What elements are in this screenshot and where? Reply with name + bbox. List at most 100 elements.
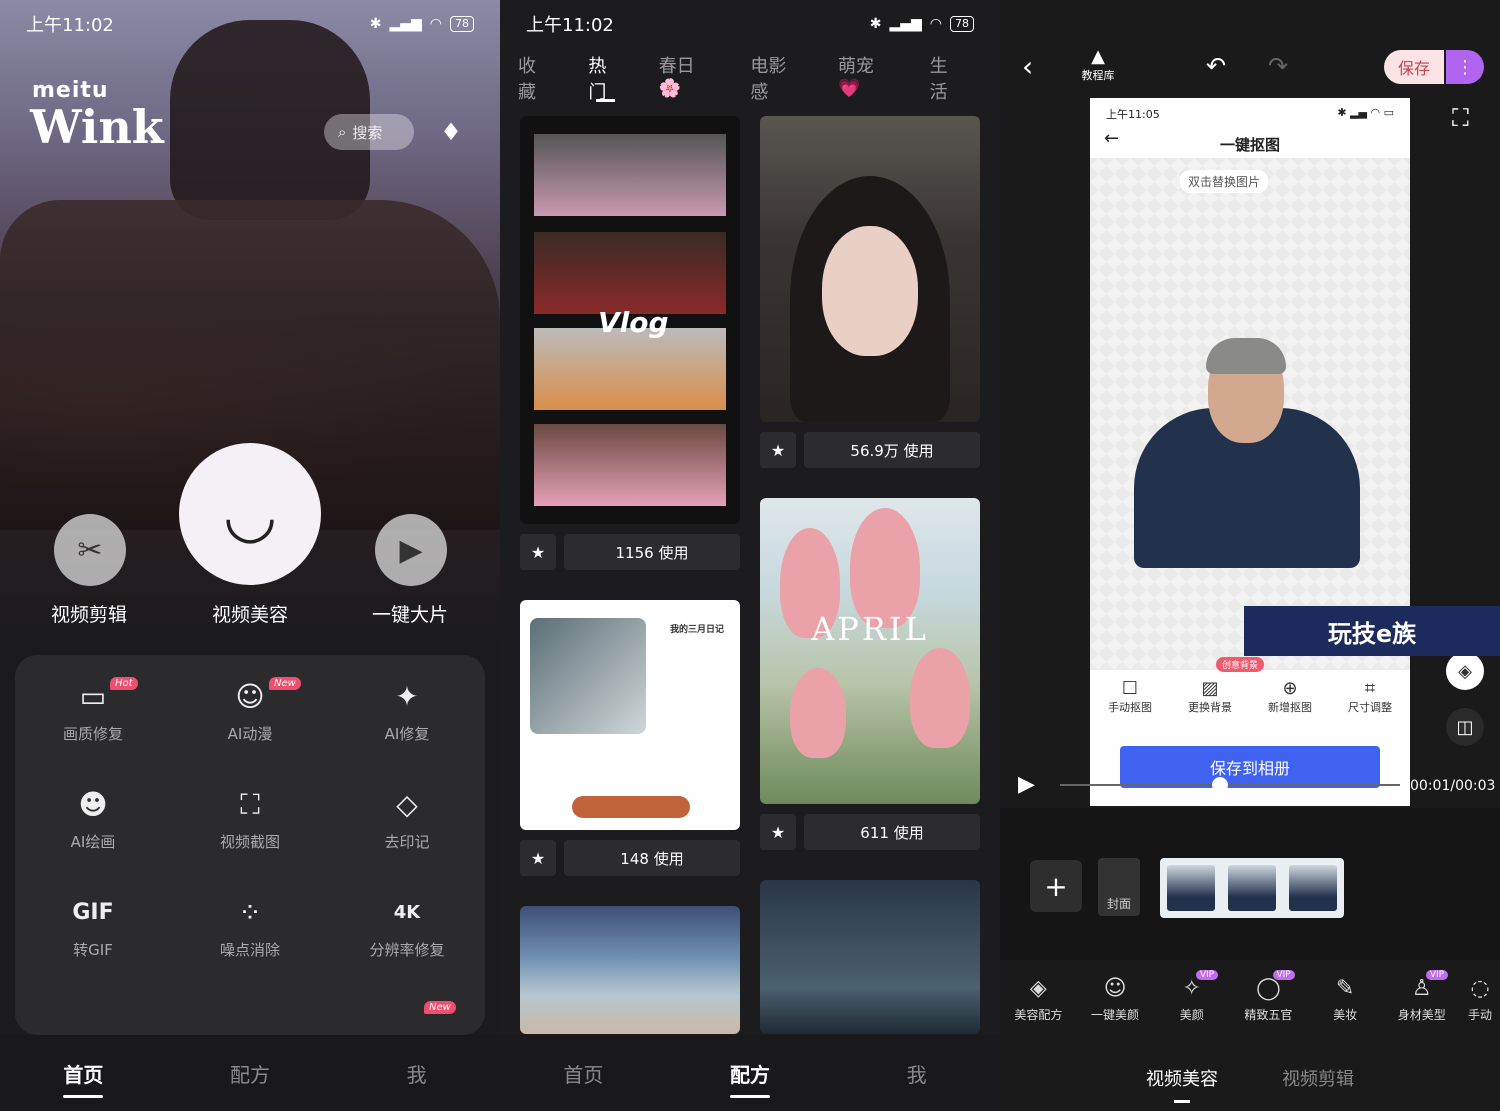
tool-label: 画质修复 xyxy=(62,725,123,743)
cutout-person-hair xyxy=(1206,338,1286,374)
save-button[interactable]: 保存 xyxy=(1384,50,1444,84)
tool-ai-anime[interactable]: ☺ AI动漫 New xyxy=(185,677,315,744)
tool-label: 更换背景 xyxy=(1188,701,1232,714)
tutorial-label: 教程库 xyxy=(1081,69,1115,82)
star-icon[interactable]: ★ xyxy=(760,432,796,468)
play-icon: ▶ xyxy=(399,532,423,568)
cover-button[interactable]: 封面 xyxy=(1098,858,1140,916)
usage-count[interactable]: 1156 使用 xyxy=(564,534,740,570)
usage-count[interactable]: 148 使用 xyxy=(564,840,740,876)
recipe-card-vlog[interactable]: Vlog xyxy=(520,116,740,524)
back-arrow-icon[interactable]: ‹ xyxy=(1022,50,1033,83)
nav-recipes[interactable]: 配方 xyxy=(690,1059,810,1098)
recipe-card-dream[interactable] xyxy=(760,880,980,1034)
playback-time: 00:01/00:03 xyxy=(1410,778,1496,794)
tool-remove-mark[interactable]: ◇ 去印记 xyxy=(342,785,472,852)
one-click-beauty-tool[interactable]: ☺ 一键美颜 xyxy=(1077,972,1154,1042)
recipe-card-sea[interactable] xyxy=(520,906,740,1034)
one-click-film-button[interactable]: ▶ xyxy=(375,514,447,586)
star-icon[interactable]: ★ xyxy=(760,814,796,850)
clip-track: + 封面 xyxy=(1000,808,1500,960)
tab-video-edit[interactable]: 视频剪辑 xyxy=(1282,1065,1354,1091)
recipe-card-portrait[interactable] xyxy=(760,116,980,422)
star-icon[interactable]: ★ xyxy=(520,534,556,570)
nav-me[interactable]: 我 xyxy=(357,1059,477,1088)
tool-ai-painting[interactable]: ☻ AI绘画 xyxy=(28,785,158,852)
recipe-card-diary[interactable]: 我的三月日记 xyxy=(520,600,740,830)
recipe-usage-row: ★ 56.9万 使用 xyxy=(760,432,980,468)
usage-count[interactable]: 56.9万 使用 xyxy=(804,432,980,468)
tool-quality-repair[interactable]: ▭ 画质修复 Hot xyxy=(28,677,158,744)
preview-canvas[interactable]: 上午11:05 ✱ ▂▄ ◠ ▭ 一键抠图 ← 双击替换图片 ☐ 手动抠图 ▨ 更换… xyxy=(1090,98,1410,806)
tab-favorites[interactable]: 收藏 xyxy=(518,52,552,103)
tool-label: 美妆 xyxy=(1333,1008,1358,1022)
vip-diamond-icon[interactable]: ♦ xyxy=(436,118,466,146)
tab-cinematic[interactable]: 电影感 xyxy=(750,52,802,103)
signal-icon: ▂▄▆ xyxy=(389,16,422,32)
wifi-icon: ◠ xyxy=(929,16,942,32)
hand-icon: ☐ xyxy=(1121,678,1139,699)
beauty-recipe-tool[interactable]: ◈ 美容配方 xyxy=(1000,972,1077,1042)
recipe-usage-row: ★ 611 使用 xyxy=(760,814,980,850)
tab-spring[interactable]: 春日🌸 xyxy=(659,52,715,99)
video-edit-button[interactable]: ✂ xyxy=(54,514,126,586)
body-shape-tool[interactable]: VIP ♙ 身材美型 xyxy=(1383,970,1460,1042)
add-clip-button[interactable]: + xyxy=(1030,860,1082,912)
makeup-tool[interactable]: ✎ 美妆 xyxy=(1307,972,1384,1042)
background-icon: ▨ xyxy=(1201,678,1219,699)
diary-photo xyxy=(530,618,646,734)
tutorial-button[interactable]: ▲ 教程库 xyxy=(1078,46,1118,83)
status-bar: 上午11:02 ✱ ▂▄▆ ◠ 78 xyxy=(0,0,500,48)
editor-toolbar: ‹ ▲ 教程库 ↶ ↷ 保存 ⋮ xyxy=(1000,40,1500,96)
tab-pets[interactable]: 萌宠💗 xyxy=(838,52,894,99)
recipe-card-april[interactable]: APRIL xyxy=(760,498,980,804)
vlog-frame xyxy=(534,424,726,506)
tulip-shape xyxy=(910,648,970,748)
video-edit-label: 视频剪辑 xyxy=(50,604,127,626)
facial-features-tool[interactable]: VIP ◯ 精致五官 xyxy=(1230,970,1307,1042)
tool-video-screenshot[interactable]: ⛶ 视频截图 xyxy=(185,785,315,852)
compare-icon[interactable]: ◫ xyxy=(1446,708,1484,746)
status-time: 上午11:02 xyxy=(26,15,114,36)
nav-home[interactable]: 首页 xyxy=(523,1059,643,1088)
tool-to-gif[interactable]: GIF 转GIF xyxy=(28,893,158,960)
nav-recipes[interactable]: 配方 xyxy=(190,1059,310,1088)
tab-life[interactable]: 生活 xyxy=(930,52,964,103)
more-options-icon[interactable]: ⋮ xyxy=(1446,50,1484,84)
tool-resolution-repair[interactable]: 4K 分辨率修复 New xyxy=(342,893,472,1014)
tool-denoise[interactable]: ⁘ 噪点消除 xyxy=(185,893,315,960)
progress-track[interactable] xyxy=(1060,784,1400,786)
layers-icon[interactable]: ◈ xyxy=(1446,652,1484,690)
manual-tool[interactable]: ◌ 手动 xyxy=(1460,972,1500,1042)
tab-hot[interactable]: 热门 xyxy=(588,52,622,103)
usage-count[interactable]: 611 使用 xyxy=(804,814,980,850)
brand-logo-wink: Wink xyxy=(30,100,164,154)
undo-icon[interactable]: ↶ xyxy=(1206,52,1226,80)
progress-thumb[interactable] xyxy=(1212,777,1228,793)
video-beauty-button[interactable]: ◡ xyxy=(179,443,321,585)
april-overlay-text: APRIL xyxy=(811,610,929,648)
tab-video-beauty[interactable]: 视频美容 xyxy=(1146,1065,1218,1103)
play-icon[interactable]: ▶ xyxy=(1018,772,1035,797)
redo-icon[interactable]: ↷ xyxy=(1268,52,1288,80)
star-icon[interactable]: ★ xyxy=(520,840,556,876)
preview-time: 上午11:05 xyxy=(1106,108,1160,121)
bottom-nav: 首页 配方 我 xyxy=(500,1035,1000,1111)
nav-home[interactable]: 首页 xyxy=(23,1059,143,1098)
fullscreen-icon[interactable]: ⛶ xyxy=(1452,104,1469,132)
tool-label: 身材美型 xyxy=(1397,1008,1446,1022)
beauty-tool[interactable]: VIP ✧ 美颜 xyxy=(1153,970,1230,1042)
video-clip[interactable] xyxy=(1160,858,1344,918)
tool-label: 尺寸调整 xyxy=(1348,701,1392,714)
editor-tabs: 视频美容 视频剪辑 xyxy=(1000,1045,1500,1111)
tool-label: 去印记 xyxy=(384,833,430,851)
search-input[interactable]: ⌕ 搜索 xyxy=(324,114,414,150)
scissors-icon: ✂ xyxy=(77,532,103,568)
preview-back-icon: ← xyxy=(1104,128,1120,149)
change-bg-tool: ▨ 更换背景 xyxy=(1188,670,1232,740)
tool-ai-repair[interactable]: ✦ AI修复 xyxy=(342,677,472,744)
vlog-frame xyxy=(534,328,726,410)
nav-me[interactable]: 我 xyxy=(857,1059,977,1088)
cover-label: 封面 xyxy=(1106,897,1131,911)
recipe-usage-row: ★ 1156 使用 xyxy=(520,534,740,570)
